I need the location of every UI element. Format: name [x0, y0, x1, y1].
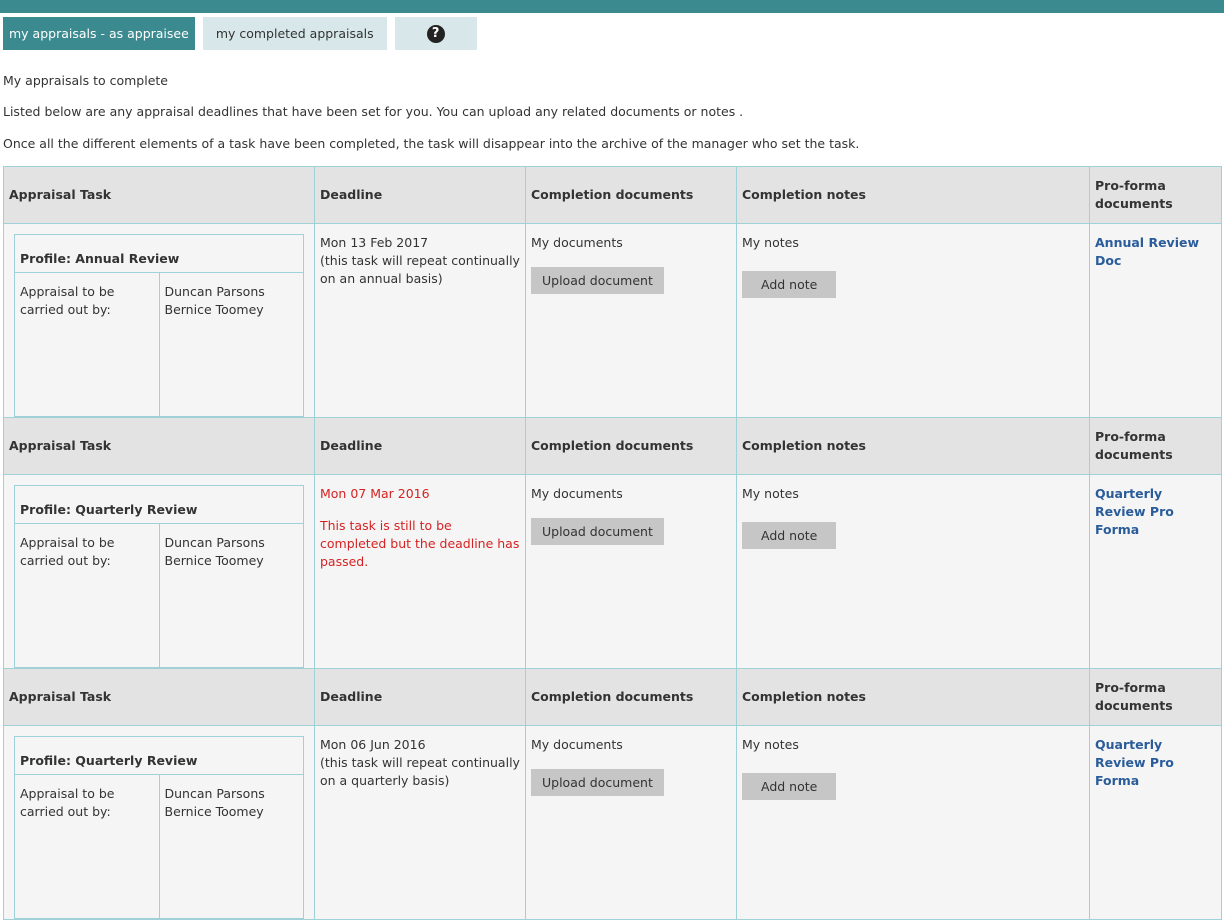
- table-header-row: Appraisal Task Deadline Completion docum…: [3, 417, 1222, 475]
- deadline-note: (this task will repeat continually on a …: [320, 755, 520, 788]
- carried-out-by-label: Appraisal to be carried out by:: [14, 774, 160, 919]
- tab-bar: my appraisals - as appraisee my complete…: [3, 17, 477, 50]
- header-appraisal-task: Appraisal Task: [3, 166, 315, 224]
- add-note-button[interactable]: Add note: [742, 522, 837, 549]
- upload-document-button[interactable]: Upload document: [531, 518, 664, 545]
- table-row: Profile: Annual Review Appraisal to be c…: [3, 223, 1222, 418]
- task-cell: Profile: Annual Review Appraisal to be c…: [3, 223, 315, 418]
- intro-text: Listed below are any appraisal deadlines…: [3, 104, 744, 119]
- deadline-date: Mon 13 Feb 2017: [320, 235, 429, 250]
- appraiser-names: Duncan Parsons Bernice Toomey: [158, 272, 304, 417]
- profile-name: Profile: Quarterly Review: [14, 485, 304, 524]
- carried-out-by-label: Appraisal to be carried out by:: [14, 272, 160, 417]
- deadline-date: Mon 07 Mar 2016: [320, 486, 430, 501]
- header-completion-documents: Completion documents: [525, 166, 737, 224]
- proforma-link[interactable]: Annual Review Doc: [1095, 235, 1199, 268]
- deadline-cell: Mon 07 Mar 2016 This task is still to be…: [314, 474, 526, 669]
- proforma-link[interactable]: Quarterly Review Pro Forma: [1095, 486, 1174, 537]
- header-appraisal-task: Appraisal Task: [3, 668, 315, 726]
- table-row: Profile: Quarterly Review Appraisal to b…: [3, 725, 1222, 920]
- header-deadline: Deadline: [314, 668, 526, 726]
- overdue-warning: This task is still to be completed but t…: [320, 518, 520, 569]
- profile-box: Profile: Quarterly Review Appraisal to b…: [14, 736, 304, 919]
- profile-box: Profile: Quarterly Review Appraisal to b…: [14, 485, 304, 668]
- help-icon: ?: [426, 24, 445, 43]
- header-deadline: Deadline: [314, 417, 526, 475]
- header-completion-notes: Completion notes: [736, 166, 1090, 224]
- profile-box: Profile: Annual Review Appraisal to be c…: [14, 234, 304, 417]
- my-notes-label: My notes: [742, 235, 799, 250]
- header-completion-documents: Completion documents: [525, 668, 737, 726]
- table-row: Profile: Quarterly Review Appraisal to b…: [3, 474, 1222, 669]
- table-header-row: Appraisal Task Deadline Completion docum…: [3, 166, 1222, 224]
- appraisals-table: Appraisal Task Deadline Completion docum…: [3, 166, 1222, 920]
- proforma-cell: Annual Review Doc: [1089, 223, 1222, 418]
- carried-out-by-label: Appraisal to be carried out by:: [14, 523, 160, 668]
- tab-my-completed-appraisals[interactable]: my completed appraisals: [202, 17, 387, 50]
- documents-cell: My documents Upload document: [525, 474, 737, 669]
- intro-text-archive: Once all the different elements of a tas…: [3, 136, 860, 151]
- top-bar: [0, 0, 1224, 13]
- header-completion-notes: Completion notes: [736, 417, 1090, 475]
- my-notes-label: My notes: [742, 737, 799, 752]
- profile-name: Profile: Quarterly Review: [14, 736, 304, 775]
- page-heading: My appraisals to complete: [3, 73, 168, 88]
- deadline-cell: Mon 06 Jun 2016 (this task will repeat c…: [314, 725, 526, 920]
- appraiser-names: Duncan Parsons Bernice Toomey: [158, 523, 304, 668]
- help-button[interactable]: ?: [394, 17, 477, 50]
- header-completion-notes: Completion notes: [736, 668, 1090, 726]
- header-pro-forma-documents: Pro-forma documents: [1089, 417, 1222, 475]
- profile-name: Profile: Annual Review: [14, 234, 304, 273]
- deadline-note: (this task will repeat continually on an…: [320, 253, 520, 286]
- my-documents-label: My documents: [531, 235, 623, 250]
- task-cell: Profile: Quarterly Review Appraisal to b…: [3, 725, 315, 920]
- header-appraisal-task: Appraisal Task: [3, 417, 315, 475]
- table-header-row: Appraisal Task Deadline Completion docum…: [3, 668, 1222, 726]
- task-cell: Profile: Quarterly Review Appraisal to b…: [3, 474, 315, 669]
- appraiser-names: Duncan Parsons Bernice Toomey: [158, 774, 304, 919]
- proforma-link[interactable]: Quarterly Review Pro Forma: [1095, 737, 1174, 788]
- notes-cell: My notes Add note: [736, 725, 1090, 920]
- proforma-cell: Quarterly Review Pro Forma: [1089, 725, 1222, 920]
- deadline-date: Mon 06 Jun 2016: [320, 737, 426, 752]
- notes-cell: My notes Add note: [736, 223, 1090, 418]
- my-documents-label: My documents: [531, 737, 623, 752]
- deadline-cell: Mon 13 Feb 2017 (this task will repeat c…: [314, 223, 526, 418]
- upload-document-button[interactable]: Upload document: [531, 267, 664, 294]
- header-pro-forma-documents: Pro-forma documents: [1089, 166, 1222, 224]
- my-documents-label: My documents: [531, 486, 623, 501]
- notes-cell: My notes Add note: [736, 474, 1090, 669]
- documents-cell: My documents Upload document: [525, 725, 737, 920]
- header-completion-documents: Completion documents: [525, 417, 737, 475]
- header-deadline: Deadline: [314, 166, 526, 224]
- my-notes-label: My notes: [742, 486, 799, 501]
- add-note-button[interactable]: Add note: [742, 271, 837, 298]
- header-pro-forma-documents: Pro-forma documents: [1089, 668, 1222, 726]
- documents-cell: My documents Upload document: [525, 223, 737, 418]
- tab-my-appraisals-as-appraisee[interactable]: my appraisals - as appraisee: [3, 17, 195, 50]
- upload-document-button[interactable]: Upload document: [531, 769, 664, 796]
- proforma-cell: Quarterly Review Pro Forma: [1089, 474, 1222, 669]
- add-note-button[interactable]: Add note: [742, 773, 837, 800]
